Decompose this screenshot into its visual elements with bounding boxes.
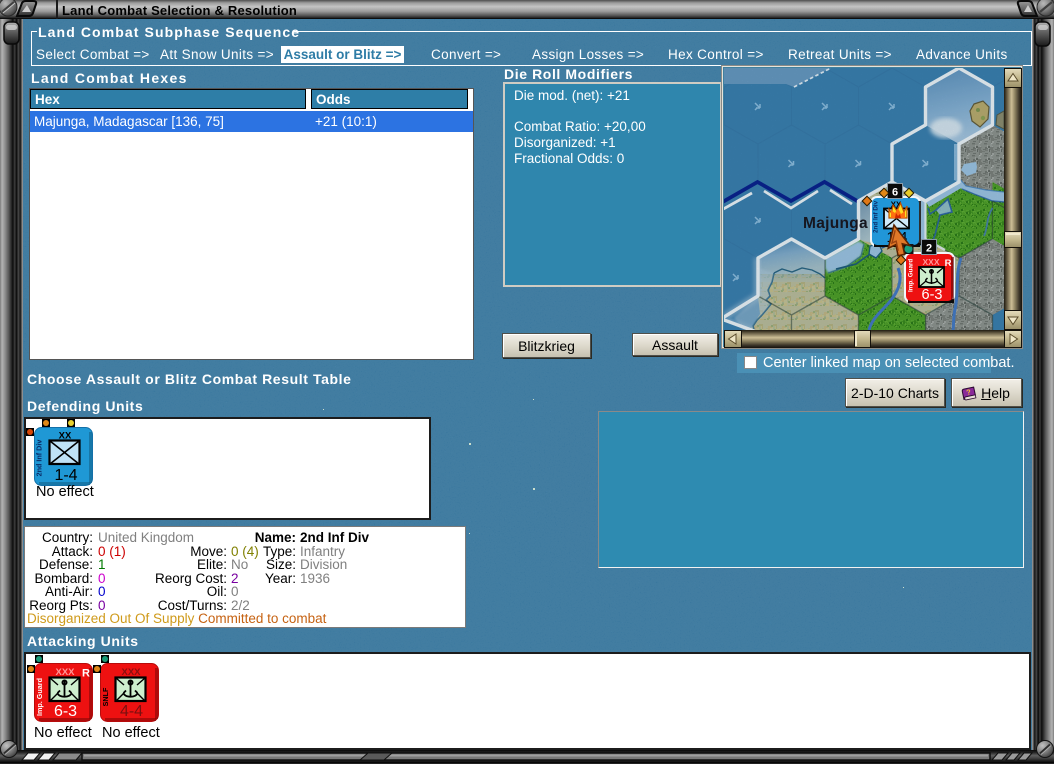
svg-text:2: 2 [926, 243, 932, 255]
svg-text:XXX: XXX [55, 667, 75, 678]
svg-text:R: R [82, 668, 90, 680]
svg-text:XXX: XXX [121, 667, 141, 678]
svg-text:R: R [945, 258, 952, 269]
svg-text:2nd Inf Div: 2nd Inf Div [873, 200, 880, 233]
svg-text:Majunga: Majunga [803, 215, 868, 232]
svg-text:Imp. Guard: Imp. Guard [35, 678, 44, 716]
svg-text:6-3: 6-3 [54, 703, 77, 720]
svg-text:6-3: 6-3 [922, 287, 943, 303]
svg-text:SNLF: SNLF [101, 687, 110, 706]
svg-text:1-4: 1-4 [54, 467, 77, 484]
svg-text:4-4: 4-4 [120, 703, 143, 720]
svg-text:Imp. Guard: Imp. Guard [908, 259, 915, 292]
svg-text:2nd Inf Div: 2nd Inf Div [35, 440, 44, 477]
svg-text:6: 6 [892, 187, 898, 199]
svg-text:XXX: XXX [922, 257, 939, 267]
